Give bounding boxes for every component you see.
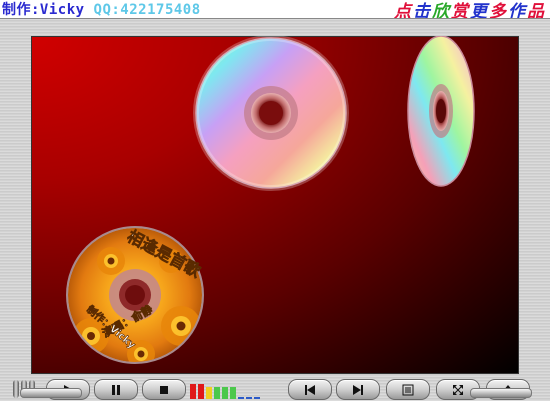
stop-button[interactable] bbox=[142, 379, 186, 400]
skip-back-icon bbox=[305, 384, 315, 395]
player-frame: 相逢是首歌 演唱：俞静 制作：Vicky bbox=[0, 18, 550, 401]
control-bar bbox=[0, 375, 550, 403]
author-credit: 制作:Vicky QQ:422175408 bbox=[2, 0, 201, 19]
left-foot bbox=[20, 388, 82, 398]
previous-button[interactable] bbox=[288, 379, 332, 400]
pause-button[interactable] bbox=[94, 379, 138, 400]
author-label: 制作:Vicky bbox=[2, 2, 85, 18]
pause-icon bbox=[112, 384, 120, 395]
list-icon bbox=[402, 384, 414, 395]
next-button[interactable] bbox=[336, 379, 380, 400]
header-bar: 制作:Vicky QQ:422175408 点击欣赏更多作品 bbox=[0, 0, 550, 22]
volume-meter[interactable] bbox=[190, 384, 260, 399]
qq-label: QQ:422175408 bbox=[93, 2, 201, 18]
video-screen: 相逢是首歌 演唱：俞静 制作：Vicky bbox=[31, 36, 519, 374]
stop-icon bbox=[160, 385, 168, 394]
playlist-button[interactable] bbox=[386, 379, 430, 400]
album-disc: 相逢是首歌 演唱：俞静 制作：Vicky bbox=[66, 226, 205, 364]
spinning-disc-side bbox=[407, 36, 475, 187]
fullscreen-icon bbox=[453, 384, 463, 395]
skip-forward-icon bbox=[353, 384, 363, 395]
spinning-disc-large bbox=[193, 36, 349, 191]
stage: 相逢是首歌 演唱：俞静 制作：Vicky bbox=[66, 36, 475, 364]
right-foot bbox=[470, 388, 532, 398]
